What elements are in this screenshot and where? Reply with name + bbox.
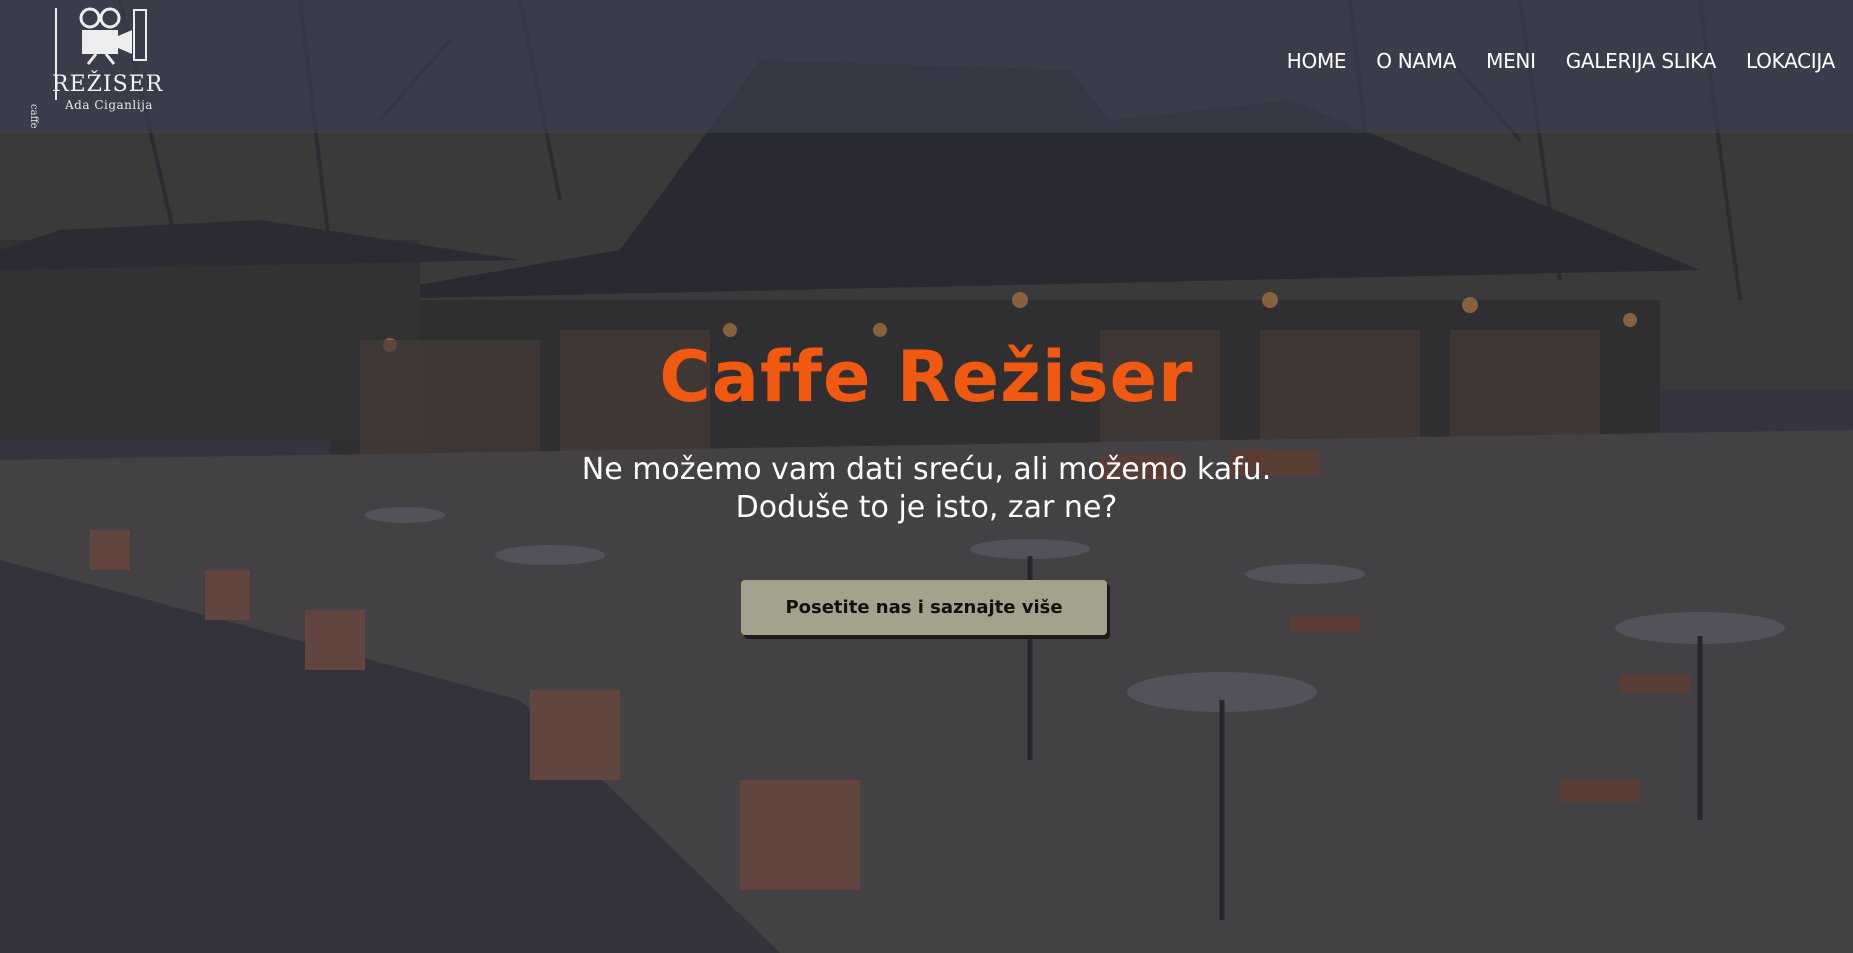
logo-brand: REŽISER bbox=[52, 72, 164, 97]
hero-tagline-line1: Ne možemo vam dati sreću, ali možemo kaf… bbox=[581, 452, 1272, 487]
nav-galerija-slika[interactable]: GALERIJA SLIKA bbox=[1566, 49, 1717, 73]
nav-o-nama[interactable]: O NAMA bbox=[1376, 49, 1456, 73]
site-logo[interactable]: REŽISER Ada Ciganlija caffe bbox=[28, 4, 170, 132]
hero-title: Caffe Režiser bbox=[659, 336, 1194, 418]
film-camera-icon bbox=[79, 7, 147, 65]
site-header: REŽISER Ada Ciganlija caffe HOME O NAMA … bbox=[0, 0, 1853, 133]
nav-home[interactable]: HOME bbox=[1287, 49, 1347, 73]
nav-lokacija[interactable]: LOKACIJA bbox=[1746, 49, 1835, 73]
logo-subtitle: Ada Ciganlija bbox=[65, 98, 153, 112]
hero-tagline-line2: Doduše to je isto, zar ne? bbox=[735, 490, 1118, 525]
logo-vertical-text: caffe bbox=[28, 104, 39, 129]
nav-meni[interactable]: MENI bbox=[1486, 49, 1536, 73]
visit-us-button[interactable]: Posetite nas i saznajte više bbox=[741, 580, 1107, 635]
main-nav: HOME O NAMA MENI GALERIJA SLIKA LOKACIJA bbox=[1257, 49, 1836, 73]
